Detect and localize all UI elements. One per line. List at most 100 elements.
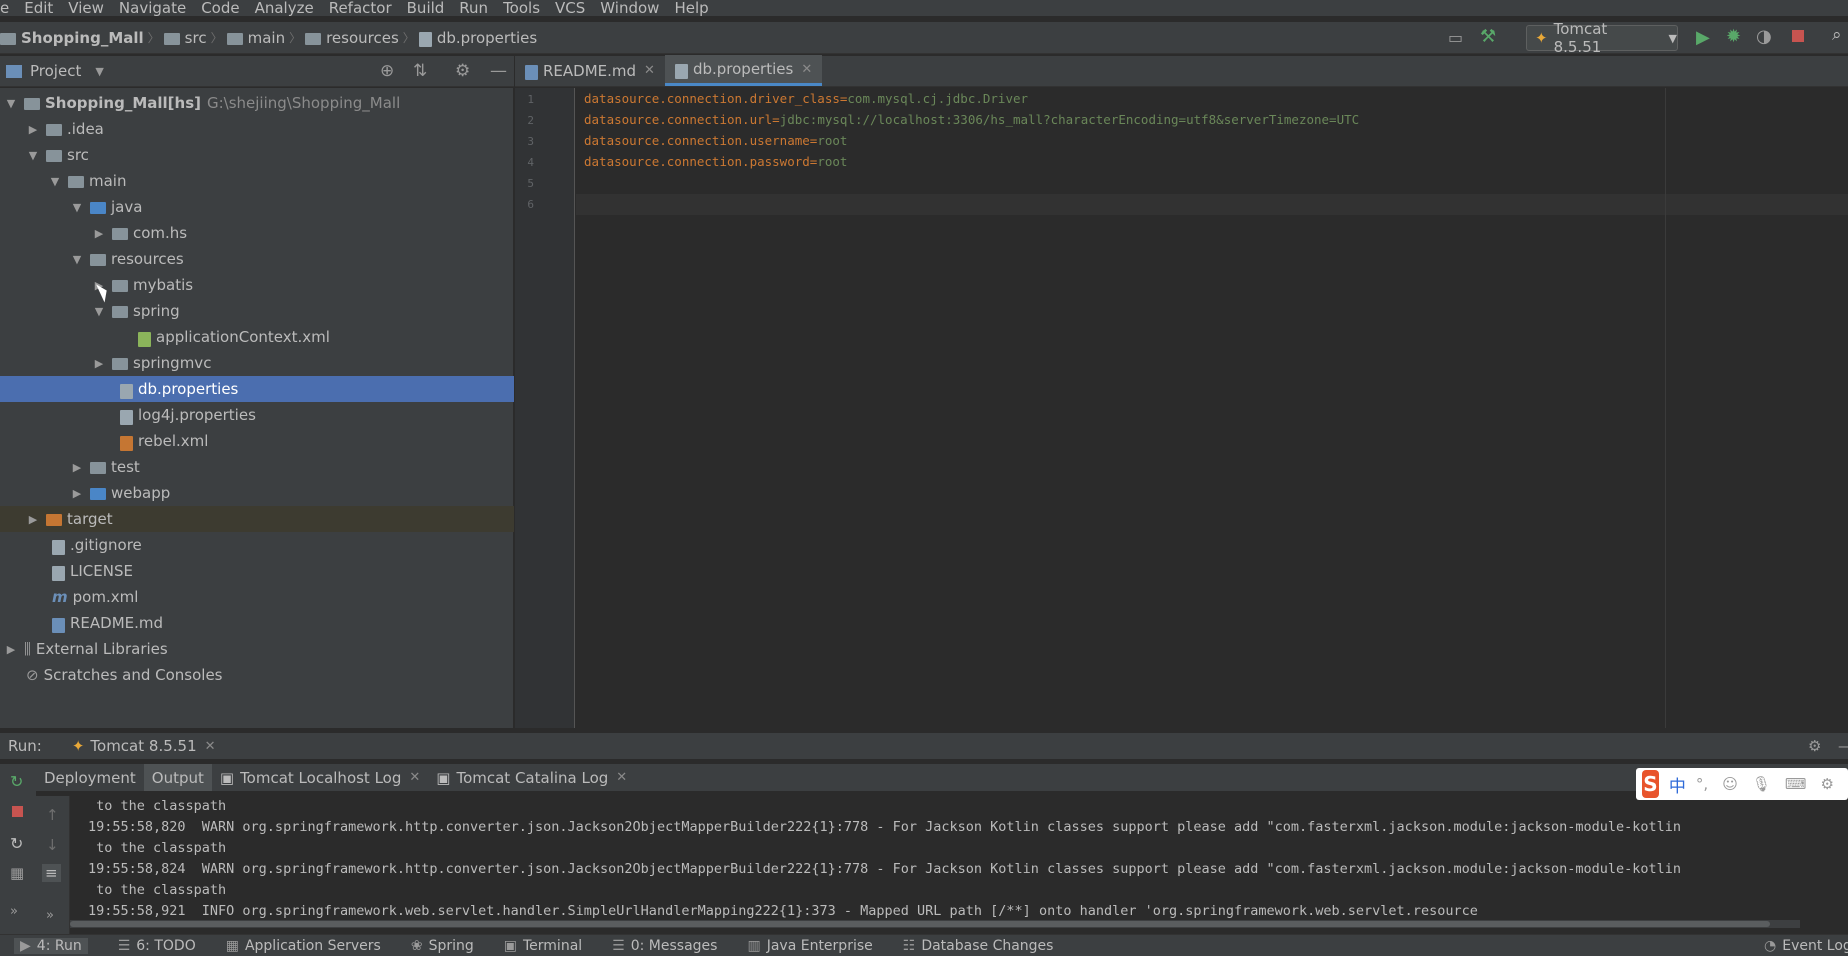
layout-icon[interactable]: ▭ [1448,28,1463,47]
chevron-right-icon[interactable]: ▶ [70,487,84,500]
chevron-right-icon[interactable]: ▶ [92,227,106,240]
toolwindow-database-changes[interactable]: ☷ Database Changes [903,938,1054,954]
chevron-down-icon[interactable]: ▼ [70,201,84,214]
toolwindow-messages[interactable]: ☰ 0: Messages [612,938,717,954]
tab-catalina-log[interactable]: ▣ Tomcat Catalina Log ✕ [428,764,635,791]
tree-item-project-root[interactable]: ▼ Shopping_Mall [hs] G:\shejiing\Shoppin… [0,90,514,116]
tree-item-java[interactable]: ▼ java [0,194,514,220]
debug-icon[interactable]: ✹ [1726,26,1741,47]
minimize-icon[interactable]: — [490,61,507,81]
breadcrumb-project[interactable]: Shopping_Mall [21,29,144,47]
tree-item-spring[interactable]: ▼ spring [0,298,514,324]
tree-item-scratches[interactable]: ⊘ Scratches and Consoles [0,662,514,688]
tree-item-target[interactable]: ▶ target [0,506,514,532]
menu-view[interactable]: View [68,0,104,16]
chevron-down-icon[interactable]: ▼ [26,149,40,162]
ime-logo[interactable]: S [1642,770,1659,798]
toolwindow-java-enterprise[interactable]: ▥ Java Enterprise [747,938,872,954]
locate-icon[interactable]: ⊕ [380,61,394,81]
coverage-icon[interactable]: ◑ [1756,26,1772,47]
tab-readme[interactable]: README.md ✕ [515,55,665,86]
microphone-icon[interactable]: 🎙 [1752,775,1771,793]
run-configuration-select[interactable]: ✦ Tomcat 8.5.51 ▼ [1526,20,1678,56]
menu-vcs[interactable]: VCS [555,0,585,16]
layout-icon[interactable]: ▦ [10,864,24,882]
toolwindow-event-log[interactable]: ◔ Event Log [1764,938,1848,954]
console-output[interactable]: to the classpath 19:55:58,820 WARN org.s… [70,796,1848,934]
arrow-up-icon[interactable]: ↑ [46,806,59,824]
tree-item-pom[interactable]: m pom.xml [0,584,514,610]
menu-window[interactable]: Window [600,0,659,16]
menu-code[interactable]: Code [201,0,239,16]
tree-item-rebel[interactable]: rebel.xml [0,428,514,454]
toolwindow-todo[interactable]: ☰ 6: TODO [118,938,196,954]
menu-navigate[interactable]: Navigate [119,0,186,16]
breadcrumb-resources[interactable]: resources [326,29,399,47]
close-icon[interactable]: ✕ [616,770,627,785]
chevron-right-icon[interactable]: ▶ [4,643,18,656]
tab-localhost-log[interactable]: ▣ Tomcat Localhost Log ✕ [212,764,428,791]
toolwindow-app-servers[interactable]: ▦ Application Servers [226,938,381,954]
build-hammer-icon[interactable]: ⚒ [1480,26,1496,47]
tree-item-com-hs[interactable]: ▶ com.hs [0,220,514,246]
tree-item-gitignore[interactable]: .gitignore [0,532,514,558]
menu-build[interactable]: Build [407,0,445,16]
toolwindow-terminal[interactable]: ▣ Terminal [504,938,582,954]
run-config-tab[interactable]: Tomcat 8.5.51 [90,737,196,755]
close-icon[interactable]: ✕ [644,63,655,78]
code-lines[interactable]: datasource.connection.driver_class=com.m… [576,88,1666,228]
menu-file[interactable]: e [0,0,9,16]
more-icon[interactable]: » [46,908,54,923]
menu-run[interactable]: Run [459,0,488,16]
more-icon[interactable]: » [10,904,18,919]
project-panel-title[interactable]: Project [30,62,81,80]
close-icon[interactable]: ✕ [801,62,812,77]
menu-analyze[interactable]: Analyze [255,0,314,16]
gear-icon[interactable]: ⚙ [1808,737,1821,755]
tree-item-db-properties[interactable]: db.properties [0,376,514,402]
chevron-down-icon[interactable]: ▼ [4,97,18,110]
chevron-right-icon[interactable]: ▶ [92,357,106,370]
tree-item-log4j[interactable]: log4j.properties [0,402,514,428]
minimize-icon[interactable]: — [1838,737,1848,755]
tree-item-external-libraries[interactable]: ▶ ⫼ External Libraries [0,636,514,662]
tree-item-main[interactable]: ▼ main [0,168,514,194]
menu-refactor[interactable]: Refactor [329,0,392,16]
tab-deployment[interactable]: Deployment [36,764,144,791]
menu-edit[interactable]: Edit [24,0,53,16]
tab-output[interactable]: Output [143,764,212,791]
chevron-down-icon[interactable]: ▼ [92,305,106,318]
tree-item-mybatis[interactable]: ▶ mybatis [0,272,514,298]
chevron-down-icon[interactable]: ▼ [48,175,62,188]
chevron-right-icon[interactable]: ▶ [26,123,40,136]
punctuation-icon[interactable]: °, [1696,775,1708,793]
toolwindow-run[interactable]: ▶ 4: Run [14,937,88,954]
ime-language[interactable]: 中 [1669,772,1686,797]
tree-item-readme[interactable]: README.md [0,610,514,636]
scrollbar-thumb[interactable] [70,921,1770,927]
breadcrumb-file[interactable]: db.properties [437,29,537,47]
keyboard-icon[interactable]: ⌨ [1785,775,1807,793]
horizontal-scrollbar[interactable] [70,920,1800,928]
arrow-down-icon[interactable]: ↓ [46,836,59,854]
tree-item-license[interactable]: LICENSE [0,558,514,584]
rerun-icon[interactable]: ↻ [10,772,23,791]
search-icon[interactable]: ⌕ [1832,25,1842,45]
chevron-right-icon[interactable]: ▶ [26,513,40,526]
breadcrumb-src[interactable]: src [185,29,207,47]
chevron-down-icon[interactable]: ▼ [95,65,103,78]
menu-help[interactable]: Help [674,0,708,16]
tree-item-idea[interactable]: ▶ .idea [0,116,514,142]
breadcrumb-main[interactable]: main [248,29,285,47]
close-icon[interactable]: ✕ [205,739,216,754]
gear-icon[interactable]: ⚙ [455,61,470,81]
soft-wrap-icon[interactable]: ≡ [42,864,61,882]
tree-item-applicationcontext[interactable]: applicationContext.xml [0,324,514,350]
tree-item-test[interactable]: ▶ test [0,454,514,480]
emoji-icon[interactable]: ☺ [1722,775,1738,793]
collapse-icon[interactable]: ⇅ [413,61,427,81]
menu-tools[interactable]: Tools [503,0,540,16]
chevron-right-icon[interactable]: ▶ [70,461,84,474]
update-icon[interactable]: ↻ [10,834,23,853]
stop-icon[interactable] [1792,30,1804,42]
